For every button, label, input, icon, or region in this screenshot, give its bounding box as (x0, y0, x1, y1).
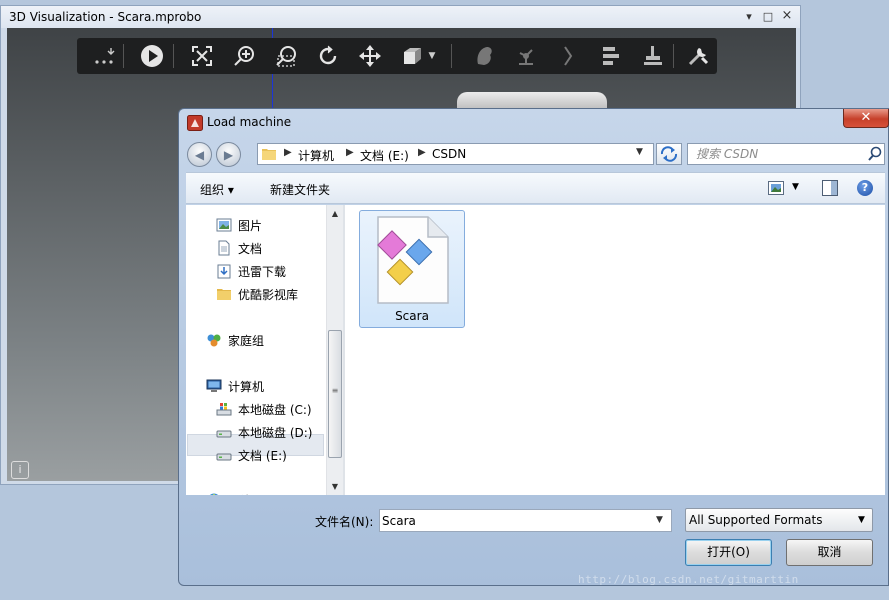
breadcrumb-separator[interactable]: ▶ (346, 147, 354, 158)
view-menu-arrow-icon[interactable]: ▼ (792, 182, 799, 192)
homegroup-icon (207, 334, 221, 347)
nav-item-label: 图片 (238, 219, 263, 233)
view-toolbar: ▼ (77, 38, 717, 74)
cancel-button[interactable]: 取消 (786, 539, 873, 566)
machine-file-icon (377, 216, 449, 304)
filename-label: 文件名(N): (315, 515, 374, 529)
breadcrumb-separator[interactable]: ▶ (284, 147, 292, 158)
minimize-button[interactable]: ▾ (742, 10, 756, 23)
align-icon[interactable] (595, 38, 625, 74)
folder-icon (262, 149, 276, 160)
robot-arm-icon[interactable] (511, 38, 541, 74)
scroll-up-arrow-icon[interactable]: ▲ (327, 205, 343, 222)
nav-item-label: 家庭组 (228, 334, 265, 348)
robot-head-icon[interactable] (469, 38, 499, 74)
close-button[interactable]: × (780, 8, 794, 23)
nav-pane-scrollbar[interactable]: ▲ ≡ ▼ (326, 205, 343, 495)
organize-button[interactable]: 组织 ▾ (200, 181, 234, 198)
restore-button[interactable]: □ (761, 10, 775, 23)
nav-item-label: 文档 (E:) (238, 449, 287, 463)
breadcrumb-separator[interactable]: ▶ (418, 147, 426, 158)
preview-pane-icon[interactable] (822, 180, 838, 196)
file-type-value: All Supported Formats (689, 513, 823, 527)
info-icon[interactable]: i (11, 461, 29, 479)
scrollbar-thumb[interactable]: ≡ (328, 330, 342, 458)
search-input[interactable] (688, 144, 864, 164)
download-folder-icon (217, 264, 231, 279)
filename-combobox[interactable]: ▼ (379, 509, 672, 532)
play-icon[interactable] (137, 38, 167, 74)
network-icon (209, 493, 219, 495)
video-folder-icon (217, 289, 231, 300)
app-icon (187, 115, 203, 131)
nav-item-homegroup[interactable]: 家庭组 (206, 330, 344, 350)
file-item-scara[interactable]: Scara (359, 210, 465, 328)
file-type-dropdown-icon: ▼ (858, 515, 865, 525)
filename-dropdown-icon[interactable]: ▼ (656, 515, 663, 525)
documents-icon (218, 240, 230, 256)
file-name: Scara (395, 309, 429, 323)
dialog-close-button[interactable]: ✕ (843, 109, 889, 128)
address-bar[interactable]: ▶ 计算机 ▶ 文档 (E:) ▶ CSDN ▼ (257, 143, 654, 165)
back-arrow-icon: ◀ (194, 147, 205, 162)
drive-icon (216, 453, 232, 461)
zoom-region-icon[interactable] (271, 38, 301, 74)
forward-arrow-icon: ▶ (223, 147, 234, 162)
help-icon[interactable]: ? (857, 180, 873, 196)
filename-input[interactable] (380, 510, 650, 531)
breadcrumb-computer[interactable]: 计算机 (298, 147, 334, 164)
change-view-icon[interactable] (768, 181, 784, 195)
search-icon[interactable] (868, 146, 882, 161)
computer-icon (206, 379, 222, 392)
dialog-title: Load machine (207, 115, 292, 129)
zoom-in-icon[interactable] (229, 38, 259, 74)
refresh-button[interactable] (656, 143, 682, 165)
nav-item-label: 计算机 (228, 380, 265, 394)
chevron-right-icon[interactable] (553, 38, 583, 74)
window-title: 3D Visualization - Scara.mprobo (9, 10, 202, 24)
breadcrumb-drive-e[interactable]: 文档 (E:) (360, 147, 409, 164)
chevron-down-icon[interactable]: ▼ (425, 38, 439, 74)
navigation-pane: 图片 文档 迅雷下载 优酷影视库 家庭组 计算机 本地磁盘 (C:) 本地磁盘 … (186, 205, 345, 495)
tools-icon[interactable] (683, 38, 713, 74)
visualization-titlebar[interactable]: 3D Visualization - Scara.mprobo ▾ □ × (1, 6, 800, 28)
nav-item-network[interactable]: 网络 (206, 490, 344, 495)
nav-item-label: 迅雷下载 (238, 265, 287, 279)
nav-item-computer[interactable]: 计算机 (206, 376, 344, 396)
open-button[interactable]: 打开(O) (685, 539, 772, 566)
nav-item-label: 优酷影视库 (238, 288, 299, 302)
nav-item-label: 文档 (238, 242, 263, 256)
scroll-down-arrow-icon[interactable]: ▼ (327, 478, 343, 495)
rotate-icon[interactable] (313, 38, 343, 74)
back-button[interactable]: ◀ (187, 142, 212, 167)
nav-item-label: 本地磁盘 (D:) (238, 426, 313, 440)
refresh-icon (660, 146, 678, 162)
fit-view-icon[interactable] (187, 38, 217, 74)
breadcrumb-csdn[interactable]: CSDN (432, 147, 466, 161)
address-dropdown-icon[interactable]: ▼ (636, 147, 643, 157)
nav-item-label: 网络 (228, 492, 252, 495)
command-bar: 组织 ▾ 新建文件夹 ▼ ? (186, 172, 885, 204)
forward-button[interactable]: ▶ (216, 142, 241, 167)
joint-icon[interactable] (637, 38, 667, 74)
view-cube-icon[interactable] (397, 38, 427, 74)
nav-item-label: 本地磁盘 (C:) (238, 403, 312, 417)
drive-icon (216, 430, 232, 438)
new-folder-button[interactable]: 新建文件夹 (270, 181, 330, 198)
file-list[interactable]: Scara (345, 205, 885, 495)
pan-icon[interactable] (355, 38, 385, 74)
file-type-select[interactable]: All Supported Formats ▼ (685, 508, 873, 532)
load-machine-dialog: Load machine ✕ ◀ ▶ ▶ 计算机 ▶ 文档 (E:) ▶ CSD… (178, 108, 889, 586)
pictures-icon (216, 218, 232, 232)
system-drive-icon (216, 403, 232, 416)
search-box[interactable] (687, 143, 885, 165)
watermark: http://blog.csdn.net/gitmarttin (578, 573, 799, 586)
menu-more-icon[interactable] (89, 38, 119, 74)
